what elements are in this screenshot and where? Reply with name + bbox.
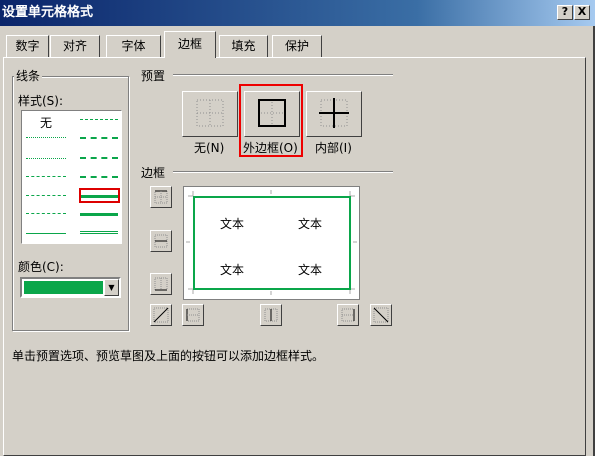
style-selection-highlight <box>79 188 120 203</box>
tab-alignment[interactable]: 对齐 <box>50 35 100 57</box>
diagonal-up-icon <box>153 307 169 323</box>
line-style-option[interactable] <box>26 137 66 138</box>
tab-border[interactable]: 边框 <box>164 31 216 58</box>
line-group-title: 线条 <box>14 67 43 84</box>
preview-text-bottom-left: 文本 <box>220 263 245 277</box>
diagonal-down-icon <box>373 307 389 323</box>
border-diagonal-up-button[interactable] <box>150 304 172 326</box>
border-inside-vertical-icon <box>264 308 278 322</box>
line-style-option[interactable] <box>80 119 118 120</box>
border-bottom-button[interactable] <box>150 273 172 295</box>
preset-inside-label: 内部(I) <box>315 141 352 155</box>
border-diagonal-down-button[interactable] <box>370 304 392 326</box>
preset-none-button[interactable] <box>182 91 238 137</box>
line-style-option[interactable] <box>26 158 66 159</box>
border-bottom-icon <box>154 277 168 291</box>
tab-number[interactable]: 数字 <box>6 35 49 57</box>
border-divider <box>173 171 393 173</box>
style-none-option[interactable]: 无 <box>40 114 52 131</box>
border-inside-horizontal-icon <box>154 234 168 248</box>
preview-text-top-right: 文本 <box>298 217 323 231</box>
presets-title: 预置 <box>139 67 168 84</box>
line-style-option[interactable] <box>80 213 118 216</box>
presets-divider <box>173 74 393 76</box>
preview-text-bottom-right: 文本 <box>298 263 323 277</box>
border-left-button[interactable] <box>182 304 204 326</box>
line-style-option[interactable] <box>80 137 118 139</box>
border-right-button[interactable] <box>337 304 359 326</box>
tab-protection[interactable]: 保护 <box>272 35 322 57</box>
border-right-icon <box>341 308 355 322</box>
color-label: 颜色(C): <box>18 258 64 275</box>
border-left-icon <box>186 308 200 322</box>
title-bar: 设置单元格格式 ? X <box>0 0 595 26</box>
line-style-option[interactable] <box>80 176 118 178</box>
preset-none-icon <box>196 99 224 127</box>
line-style-option[interactable] <box>26 176 66 177</box>
border-top-button[interactable] <box>150 186 172 208</box>
border-middle-vertical-button[interactable] <box>260 304 282 326</box>
border-top-icon <box>154 190 168 204</box>
tab-font[interactable]: 字体 <box>106 35 161 57</box>
close-button[interactable]: X <box>574 5 590 20</box>
border-middle-horizontal-button[interactable] <box>150 230 172 252</box>
preview-border-drawing <box>186 190 357 295</box>
help-button[interactable]: ? <box>557 5 573 20</box>
style-label: 样式(S): <box>18 92 64 109</box>
line-style-option[interactable] <box>80 157 118 159</box>
preset-inside-button[interactable] <box>306 91 362 137</box>
window-title: 设置单元格格式 <box>2 5 94 20</box>
line-style-option[interactable] <box>26 233 66 234</box>
line-style-list[interactable]: 无 <box>21 110 122 244</box>
line-style-option[interactable] <box>26 213 66 214</box>
border-title: 边框 <box>139 164 168 181</box>
color-swatch <box>24 281 103 294</box>
preset-inside-icon <box>319 98 349 128</box>
preset-none-label: 无(N) <box>194 141 225 155</box>
hint-text: 单击预置选项、预览草图及上面的按钮可以添加边框样式。 <box>12 349 325 363</box>
line-style-option[interactable] <box>26 195 66 196</box>
line-style-option[interactable] <box>80 231 118 235</box>
dropdown-arrow-icon[interactable]: ▼ <box>104 279 119 296</box>
color-dropdown[interactable]: ▼ <box>20 277 121 298</box>
outline-preset-highlight <box>239 84 303 157</box>
tab-fill[interactable]: 填充 <box>219 35 268 57</box>
preview-text-top-left: 文本 <box>220 217 245 231</box>
border-preview[interactable]: 文本 文本 文本 文本 <box>183 186 360 300</box>
